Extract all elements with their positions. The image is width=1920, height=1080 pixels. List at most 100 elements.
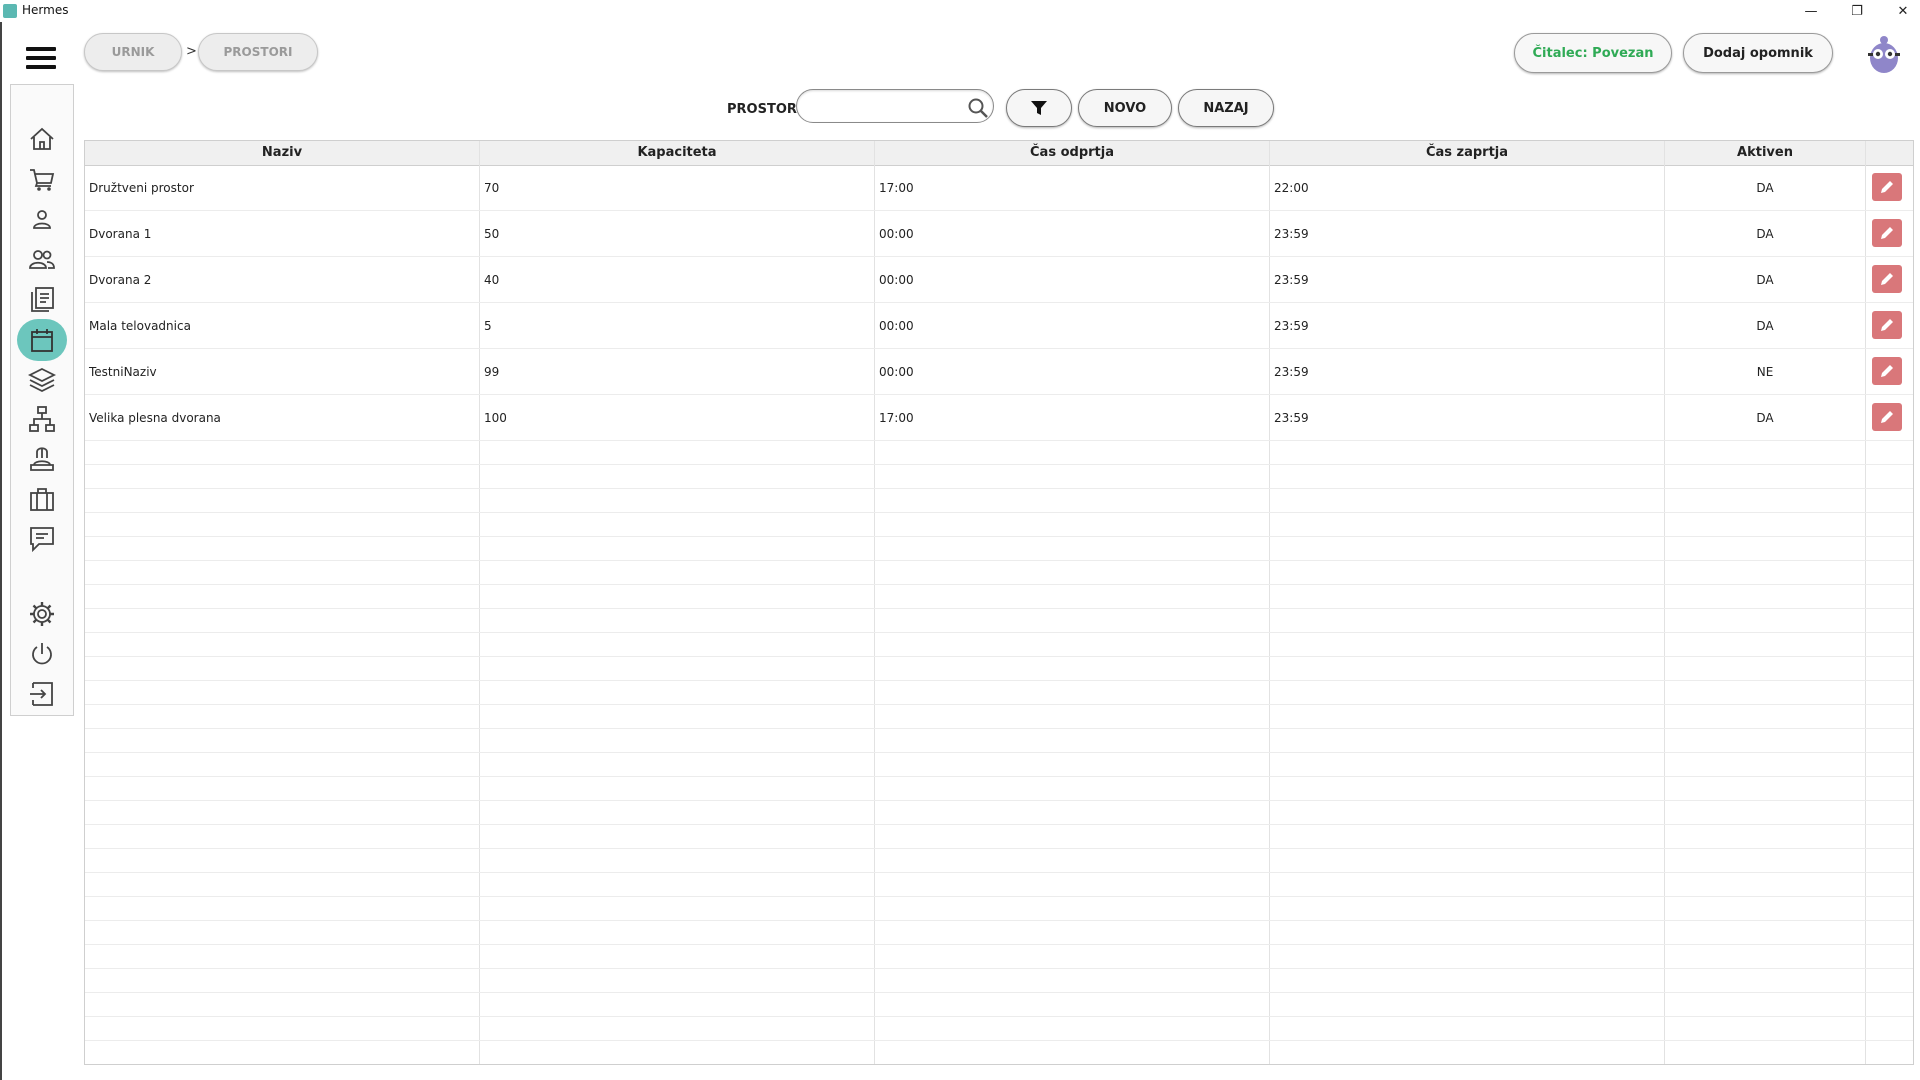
table-row[interactable]: Družtveni prostor 70 17:00 22:00 DA — [85, 165, 1913, 211]
gear-icon — [30, 602, 54, 626]
chat-icon — [30, 527, 54, 553]
sidebar-item-cart[interactable] — [16, 159, 68, 199]
new-button[interactable]: NOVO — [1078, 89, 1172, 127]
minimize-button[interactable]: — — [1788, 0, 1834, 22]
pencil-icon — [1881, 411, 1893, 423]
table-row[interactable]: TestniNaziv 99 00:00 23:59 NE — [85, 349, 1913, 395]
empty-row — [85, 465, 1913, 489]
empty-row — [85, 993, 1913, 1017]
cell-kapaciteta: 100 — [484, 411, 507, 425]
add-reminder-button[interactable]: Dodaj opomnik — [1683, 33, 1833, 73]
sidebar-item-briefcase[interactable] — [16, 479, 68, 519]
reader-status-button[interactable]: Čitalec: Povezan — [1514, 33, 1672, 73]
cell-cas-zaprtja: 23:59 — [1274, 411, 1309, 425]
search-input[interactable] — [809, 96, 963, 118]
empty-row — [85, 609, 1913, 633]
empty-row — [85, 585, 1913, 609]
search-icon[interactable] — [967, 97, 989, 119]
cell-naziv: Družtveni prostor — [89, 181, 194, 195]
hierarchy-icon — [29, 406, 55, 432]
avatar-icon[interactable] — [1866, 34, 1902, 74]
empty-row — [85, 705, 1913, 729]
cell-cas-zaprtja: 23:59 — [1274, 227, 1309, 241]
back-button[interactable]: NAZAJ — [1178, 89, 1274, 127]
cell-aktiven: DA — [1756, 227, 1774, 241]
breadcrumb-urnik[interactable]: URNIK — [84, 33, 182, 71]
cell-kapaciteta: 99 — [484, 365, 500, 379]
users-icon — [29, 250, 55, 269]
layers-icon — [27, 367, 57, 393]
empty-row — [85, 561, 1913, 585]
empty-row — [85, 537, 1913, 561]
empty-row — [85, 897, 1913, 921]
sidebar-item-user[interactable] — [16, 199, 68, 239]
logout-icon — [30, 682, 53, 706]
sidebar-item-calendar[interactable] — [16, 320, 68, 360]
cell-cas-odprtja: 17:00 — [879, 411, 914, 425]
sidebar-item-hierarchy[interactable] — [16, 399, 68, 439]
empty-row — [85, 633, 1913, 657]
sidebar-item-layers[interactable] — [16, 359, 68, 399]
sidebar-item-chat[interactable] — [16, 519, 68, 559]
empty-row — [85, 441, 1913, 465]
table-row[interactable]: Dvorana 2 40 00:00 23:59 DA — [85, 257, 1913, 303]
empty-row — [85, 729, 1913, 753]
sidebar-item-users[interactable] — [16, 239, 68, 279]
pencil-icon — [1881, 319, 1893, 331]
sidebar-item-logout[interactable] — [16, 674, 68, 714]
filter-button[interactable] — [1006, 89, 1072, 127]
empty-row — [85, 969, 1913, 993]
search-field[interactable] — [796, 89, 994, 123]
documents-icon — [31, 287, 54, 312]
cell-cas-zaprtja: 23:59 — [1274, 319, 1309, 333]
pencil-icon — [1881, 273, 1893, 285]
briefcase-icon — [30, 488, 54, 511]
sidebar-item-settings[interactable] — [16, 594, 68, 634]
empty-row — [85, 801, 1913, 825]
sidebar-item-home[interactable] — [16, 119, 68, 159]
empty-row — [85, 513, 1913, 537]
empty-row — [85, 753, 1913, 777]
maximize-button[interactable]: ❐ — [1834, 0, 1880, 22]
empty-row — [85, 849, 1913, 873]
table-row[interactable]: Dvorana 1 50 00:00 23:59 DA — [85, 211, 1913, 257]
cell-aktiven: DA — [1756, 411, 1774, 425]
edit-button[interactable] — [1872, 173, 1902, 201]
cell-aktiven: DA — [1756, 273, 1774, 287]
table-row[interactable]: Mala telovadnica 5 00:00 23:59 DA — [85, 303, 1913, 349]
edit-button[interactable] — [1872, 311, 1902, 339]
empty-row — [85, 873, 1913, 897]
window-border — [0, 22, 2, 1080]
cell-aktiven: DA — [1756, 319, 1774, 333]
cell-cas-odprtja: 00:00 — [879, 319, 914, 333]
cell-naziv: Mala telovadnica — [89, 319, 191, 333]
edit-button[interactable] — [1872, 265, 1902, 293]
sidebar-item-power[interactable] — [16, 634, 68, 674]
empty-row — [85, 825, 1913, 849]
column-header-cas-zaprtja[interactable]: Čas zaprtja — [1270, 141, 1664, 165]
column-header-kapaciteta[interactable]: Kapaciteta — [480, 141, 874, 165]
edit-button[interactable] — [1872, 403, 1902, 431]
cell-cas-odprtja: 17:00 — [879, 181, 914, 195]
edit-button[interactable] — [1872, 219, 1902, 247]
menu-icon[interactable] — [26, 47, 56, 71]
cell-kapaciteta: 70 — [484, 181, 500, 195]
power-icon — [32, 643, 52, 665]
breadcrumb-separator: > — [186, 44, 197, 59]
sidebar-item-person-desk[interactable] — [16, 439, 68, 479]
table-row[interactable]: Velika plesna dvorana 100 17:00 23:59 DA — [85, 395, 1913, 441]
column-header-aktiven[interactable]: Aktiven — [1665, 141, 1865, 165]
close-button[interactable]: ✕ — [1880, 0, 1920, 22]
empty-row — [85, 945, 1913, 969]
column-header-cas-odprtja[interactable]: Čas odprtja — [875, 141, 1269, 165]
person-desk-icon — [30, 447, 54, 471]
sidebar-item-documents[interactable] — [16, 279, 68, 319]
breadcrumb-prostori[interactable]: PROSTORI — [198, 33, 318, 71]
empty-row — [85, 657, 1913, 681]
data-table: Naziv Kapaciteta Čas odprtja Čas zaprtja… — [84, 140, 1914, 1065]
cell-naziv: Velika plesna dvorana — [89, 411, 221, 425]
column-header-naziv[interactable]: Naziv — [85, 141, 479, 165]
cell-naziv: Dvorana 1 — [89, 227, 152, 241]
edit-button[interactable] — [1872, 357, 1902, 385]
window-titlebar: Hermes — ❐ ✕ — [0, 0, 1920, 22]
